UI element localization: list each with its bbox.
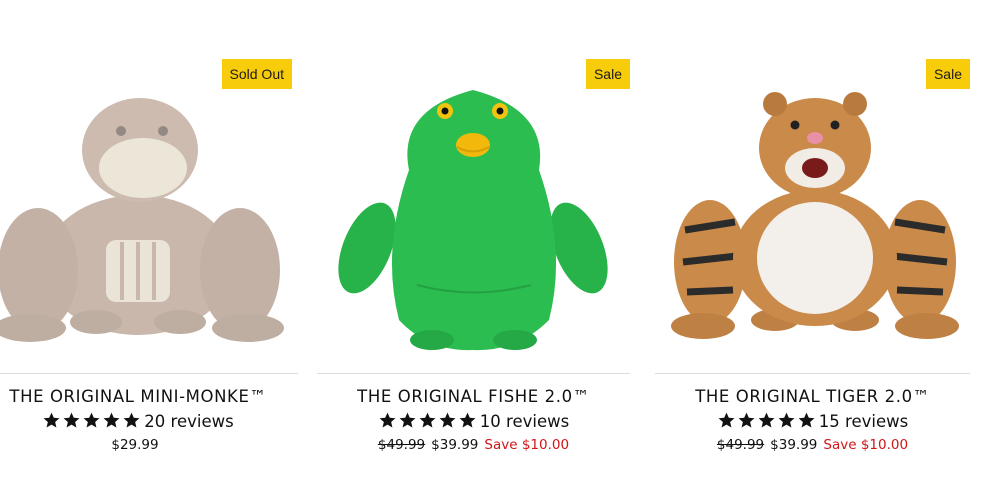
save-amount: Save $10.00 [484, 437, 570, 453]
review-count[interactable]: 15 reviews [819, 412, 908, 431]
current-price: $29.99 [111, 437, 159, 453]
sale-badge: Sale [925, 59, 970, 89]
price-block: $49.99 $39.99 Save $10.00 [317, 437, 630, 453]
product-rating: 20 reviews [0, 411, 298, 435]
sold-out-badge: Sold Out [221, 59, 292, 89]
star-icon [778, 412, 795, 428]
divider [655, 373, 970, 374]
review-count[interactable]: 20 reviews [144, 412, 233, 431]
divider [0, 373, 298, 374]
price-block: $49.99 $39.99 Save $10.00 [655, 437, 970, 453]
star-icon [419, 412, 436, 428]
product-rating: 10 reviews [317, 411, 630, 435]
product-image-link[interactable] [0, 0, 298, 372]
product-card-tiger[interactable]: Sale THE ORIGINAL TIGER 2.0™ 15 reviews … [655, 0, 970, 488]
product-card-mini-monke[interactable]: Sold Out THE ORIGINAL MINI-MONKE™ 20 rev… [0, 0, 298, 488]
star-icon [83, 412, 100, 428]
fish-toy-image [338, 90, 608, 351]
divider [317, 373, 630, 374]
star-icon [798, 412, 815, 428]
star-icon [399, 412, 416, 428]
star-icon [63, 412, 80, 428]
compare-at-price: $49.99 [716, 437, 765, 453]
current-price: $39.99 [770, 437, 818, 453]
current-price: $39.99 [431, 437, 479, 453]
price-block: $29.99 [0, 437, 298, 453]
product-card-fishe[interactable]: Sale THE ORIGINAL FISHE 2.0™ 10 reviews … [317, 0, 630, 488]
product-rating: 15 reviews [655, 411, 970, 435]
tiger-toy-image [671, 92, 959, 339]
star-rating [42, 411, 142, 435]
monkey-toy-image [0, 98, 284, 342]
product-grid: Sold Out THE ORIGINAL MINI-MONKE™ 20 rev… [0, 0, 1000, 488]
star-rating [717, 411, 817, 435]
star-icon [103, 412, 120, 428]
star-icon [123, 412, 140, 428]
star-icon [758, 412, 775, 428]
star-icon [738, 412, 755, 428]
star-icon [718, 412, 735, 428]
star-icon [459, 412, 476, 428]
star-icon [439, 412, 456, 428]
product-title[interactable]: THE ORIGINAL TIGER 2.0™ [655, 387, 970, 406]
star-icon [379, 412, 396, 428]
product-image-link[interactable] [655, 0, 970, 372]
sale-badge: Sale [585, 59, 630, 89]
product-title[interactable]: THE ORIGINAL FISHE 2.0™ [317, 387, 630, 406]
review-count[interactable]: 10 reviews [480, 412, 569, 431]
save-amount: Save $10.00 [823, 437, 909, 453]
star-rating [378, 411, 478, 435]
product-image-link[interactable] [317, 0, 630, 372]
product-title[interactable]: THE ORIGINAL MINI-MONKE™ [0, 387, 298, 406]
star-icon [43, 412, 60, 428]
compare-at-price: $49.99 [377, 437, 426, 453]
